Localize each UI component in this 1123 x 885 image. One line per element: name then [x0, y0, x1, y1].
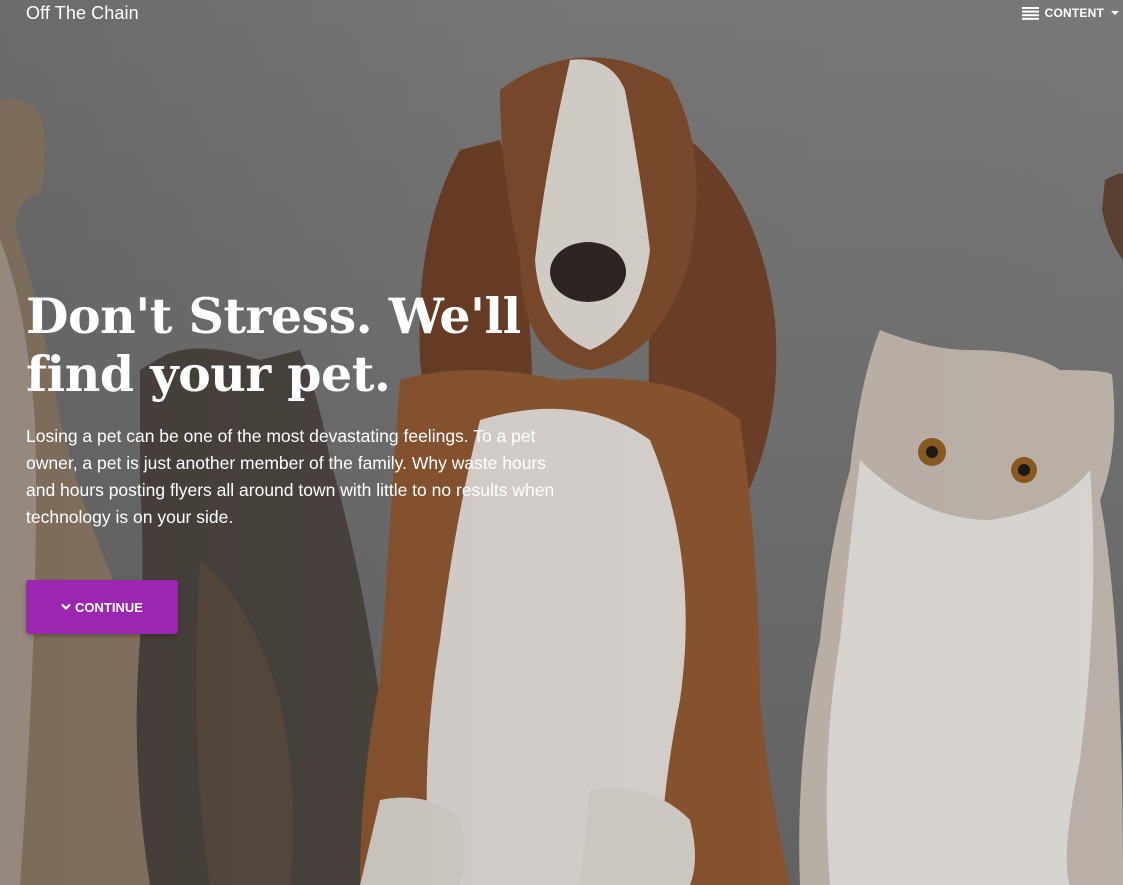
hero-description: Losing a pet can be one of the most deva… — [26, 426, 555, 527]
hero-headline: Don't Stress. We'll find your pet. — [26, 287, 586, 403]
top-navbar: Off The Chain CONTENT — [0, 0, 1123, 30]
caret-down-icon — [1111, 11, 1119, 15]
hero-section: Off The Chain CONTENT Don't Stress. We'l… — [0, 0, 1123, 885]
headline-line-2: find your pet. — [26, 345, 391, 403]
hero-content: Don't Stress. We'll find your pet. Losin… — [26, 287, 586, 531]
content-menu-label: CONTENT — [1044, 6, 1104, 20]
continue-button-label: CONTINUE — [75, 599, 143, 615]
continue-button[interactable]: CONTINUE — [26, 580, 178, 634]
chevron-down-icon — [61, 603, 71, 611]
brand-logo-link[interactable]: Off The Chain — [26, 3, 139, 24]
headline-line-1: Don't Stress. We'll — [26, 287, 521, 345]
hamburger-icon — [1021, 6, 1039, 20]
content-menu-toggle[interactable]: CONTENT — [1021, 6, 1119, 20]
